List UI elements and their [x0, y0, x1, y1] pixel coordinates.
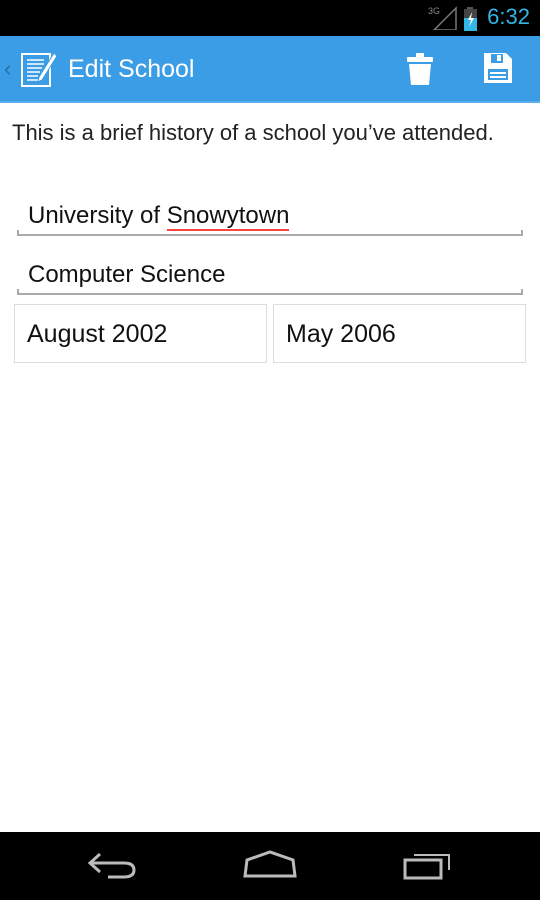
delete-button[interactable]: [405, 52, 435, 89]
edit-document-icon[interactable]: [20, 50, 58, 93]
intro-text: This is a brief history of a school you’…: [12, 120, 494, 145]
back-button[interactable]: [86, 850, 138, 883]
battery-icon: [463, 7, 479, 36]
home-icon: [243, 850, 297, 878]
misspelled-word: Snowytown: [166, 202, 290, 231]
home-button[interactable]: [242, 850, 298, 883]
recents-icon: [403, 854, 450, 880]
signal-icon: 3G: [428, 4, 458, 35]
status-bar: 3G 6:32: [0, 0, 540, 36]
school-name-prefix: University of: [28, 202, 167, 229]
school-name-input[interactable]: University of Snowytown: [17, 196, 523, 236]
back-icon: [87, 852, 136, 879]
action-bar: ‹ Edit School: [0, 36, 540, 103]
clock: 6:32: [487, 4, 530, 29]
navigation-bar: [0, 832, 540, 900]
major-input[interactable]: Computer Science: [17, 255, 523, 295]
save-button[interactable]: [483, 52, 513, 87]
start-date-picker[interactable]: August 2002: [14, 304, 267, 363]
trash-icon: [407, 53, 433, 85]
svg-text:3G: 3G: [428, 6, 440, 16]
up-caret-icon[interactable]: ‹: [4, 56, 11, 82]
save-icon: [484, 53, 512, 83]
page-title: Edit School: [68, 55, 195, 83]
end-date-picker[interactable]: May 2006: [273, 304, 526, 363]
recents-button[interactable]: [402, 850, 454, 883]
